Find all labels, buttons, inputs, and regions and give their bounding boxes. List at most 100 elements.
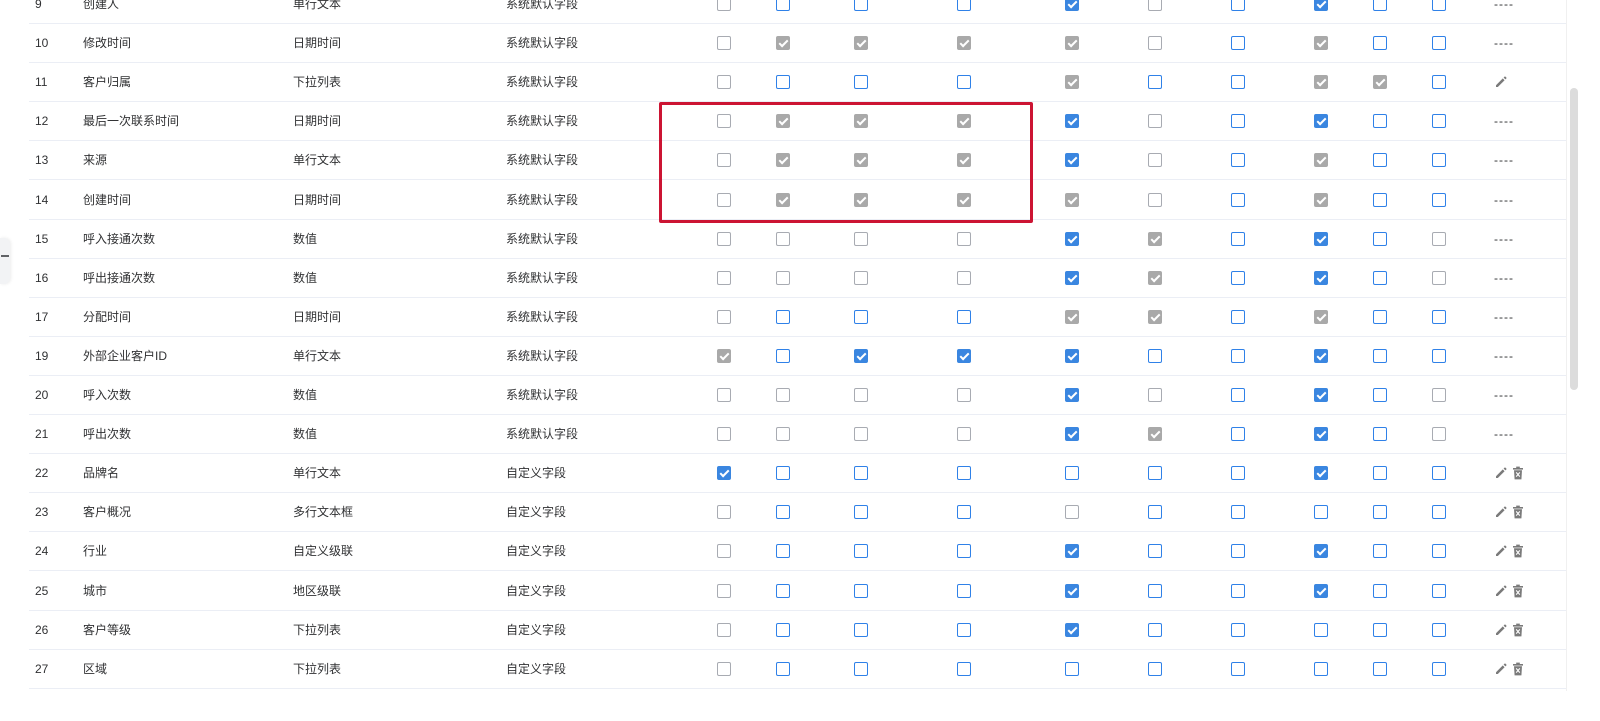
permission-checkbox-c4[interactable] (957, 583, 971, 598)
permission-checkbox-c1[interactable] (717, 153, 731, 168)
permission-checkbox-c6[interactable] (1148, 583, 1162, 598)
permission-checkbox-c10[interactable] (1432, 75, 1446, 90)
permission-checkbox-c2[interactable] (776, 231, 790, 246)
permission-checkbox-c4[interactable] (957, 544, 971, 559)
permission-checkbox-c6[interactable] (1148, 466, 1162, 481)
permission-checkbox-c1[interactable] (717, 192, 731, 207)
permission-checkbox-c1[interactable] (717, 114, 731, 129)
permission-checkbox-c1[interactable] (717, 0, 731, 11)
permission-checkbox-c1[interactable] (717, 544, 731, 559)
permission-checkbox-c10[interactable] (1432, 231, 1446, 246)
permission-checkbox-c4[interactable] (957, 348, 971, 363)
permission-checkbox-c9[interactable] (1373, 0, 1387, 11)
permission-checkbox-c1[interactable] (717, 661, 731, 676)
permission-checkbox-c3[interactable] (854, 348, 868, 363)
permission-checkbox-c6[interactable] (1148, 661, 1162, 676)
permission-checkbox-c3[interactable] (854, 427, 868, 442)
permission-checkbox-c9[interactable] (1373, 192, 1387, 207)
permission-checkbox-c6[interactable] (1148, 388, 1162, 402)
permission-checkbox-c1[interactable] (717, 270, 731, 285)
permission-checkbox-c1[interactable] (717, 231, 731, 246)
permission-checkbox-c2[interactable] (776, 75, 790, 90)
permission-checkbox-c3[interactable] (854, 544, 868, 559)
permission-checkbox-c5[interactable] (1065, 583, 1079, 598)
permission-checkbox-c7[interactable] (1231, 348, 1245, 363)
permission-checkbox-c10[interactable] (1432, 153, 1446, 168)
permission-checkbox-c3[interactable] (854, 270, 868, 285)
permission-checkbox-c4[interactable] (957, 505, 971, 520)
permission-checkbox-c4[interactable] (957, 466, 971, 481)
permission-checkbox-c8[interactable] (1314, 114, 1328, 129)
permission-checkbox-c2[interactable] (776, 544, 790, 559)
permission-checkbox-c10[interactable] (1432, 192, 1446, 207)
permission-checkbox-c9[interactable] (1373, 505, 1387, 520)
scrollbar-thumb[interactable] (1570, 88, 1578, 390)
permission-checkbox-c9[interactable] (1373, 114, 1387, 129)
pencil-icon[interactable] (1494, 662, 1508, 676)
permission-checkbox-c4[interactable] (957, 0, 971, 11)
trash-icon[interactable] (1512, 662, 1524, 676)
permission-checkbox-c10[interactable] (1432, 388, 1446, 402)
permission-checkbox-c1[interactable] (717, 36, 731, 51)
permission-checkbox-c7[interactable] (1231, 0, 1245, 11)
permission-checkbox-c4[interactable] (957, 270, 971, 285)
permission-checkbox-c7[interactable] (1231, 622, 1245, 637)
permission-checkbox-c8[interactable] (1314, 348, 1328, 363)
sidebar-collapse-tab[interactable] (0, 238, 10, 284)
permission-checkbox-c5[interactable] (1065, 153, 1079, 168)
permission-checkbox-c2[interactable] (776, 309, 790, 324)
permission-checkbox-c5[interactable] (1065, 0, 1079, 11)
permission-checkbox-c6[interactable] (1148, 153, 1162, 168)
permission-checkbox-c8[interactable] (1314, 505, 1328, 520)
permission-checkbox-c3[interactable] (854, 309, 868, 324)
permission-checkbox-c9[interactable] (1373, 661, 1387, 676)
trash-icon[interactable] (1512, 505, 1524, 519)
permission-checkbox-c6[interactable] (1148, 114, 1162, 129)
permission-checkbox-c8[interactable] (1314, 661, 1328, 676)
permission-checkbox-c10[interactable] (1432, 622, 1446, 637)
permission-checkbox-c1[interactable] (717, 505, 731, 520)
permission-checkbox-c7[interactable] (1231, 544, 1245, 559)
permission-checkbox-c10[interactable] (1432, 544, 1446, 559)
permission-checkbox-c1[interactable] (717, 309, 731, 324)
permission-checkbox-c5[interactable] (1065, 622, 1079, 637)
permission-checkbox-c7[interactable] (1231, 36, 1245, 51)
permission-checkbox-c1[interactable] (717, 583, 731, 598)
permission-checkbox-c1[interactable] (717, 622, 731, 637)
permission-checkbox-c7[interactable] (1231, 505, 1245, 520)
permission-checkbox-c5[interactable] (1065, 270, 1079, 285)
permission-checkbox-c1[interactable] (717, 388, 731, 402)
trash-icon[interactable] (1512, 584, 1524, 598)
permission-checkbox-c5[interactable] (1065, 466, 1079, 481)
permission-checkbox-c10[interactable] (1432, 270, 1446, 285)
permission-checkbox-c9[interactable] (1373, 427, 1387, 442)
permission-checkbox-c6[interactable] (1148, 544, 1162, 559)
permission-checkbox-c5[interactable] (1065, 544, 1079, 559)
permission-checkbox-c2[interactable] (776, 661, 790, 676)
permission-checkbox-c6[interactable] (1148, 192, 1162, 207)
permission-checkbox-c5[interactable] (1065, 348, 1079, 363)
permission-checkbox-c10[interactable] (1432, 466, 1446, 481)
permission-checkbox-c7[interactable] (1231, 388, 1245, 402)
permission-checkbox-c8[interactable] (1314, 0, 1328, 11)
permission-checkbox-c7[interactable] (1231, 75, 1245, 90)
trash-icon[interactable] (1512, 544, 1524, 558)
permission-checkbox-c1[interactable] (717, 75, 731, 90)
permission-checkbox-c6[interactable] (1148, 505, 1162, 520)
permission-checkbox-c8[interactable] (1314, 427, 1328, 442)
permission-checkbox-c8[interactable] (1314, 270, 1328, 285)
permission-checkbox-c9[interactable] (1373, 388, 1387, 402)
permission-checkbox-c2[interactable] (776, 388, 790, 402)
permission-checkbox-c10[interactable] (1432, 583, 1446, 598)
permission-checkbox-c6[interactable] (1148, 0, 1162, 11)
permission-checkbox-c9[interactable] (1373, 231, 1387, 246)
permission-checkbox-c4[interactable] (957, 231, 971, 246)
permission-checkbox-c7[interactable] (1231, 114, 1245, 129)
permission-checkbox-c9[interactable] (1373, 466, 1387, 481)
permission-checkbox-c8[interactable] (1314, 622, 1328, 637)
permission-checkbox-c6[interactable] (1148, 622, 1162, 637)
permission-checkbox-c9[interactable] (1373, 36, 1387, 51)
permission-checkbox-c5[interactable] (1065, 231, 1079, 246)
permission-checkbox-c9[interactable] (1373, 622, 1387, 637)
permission-checkbox-c9[interactable] (1373, 309, 1387, 324)
